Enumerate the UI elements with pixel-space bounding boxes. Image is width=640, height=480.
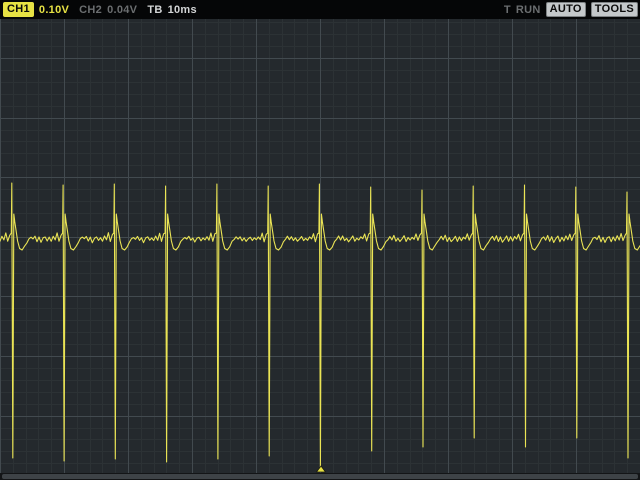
tools-button[interactable]: TOOLS: [590, 2, 638, 17]
ch1-button[interactable]: CH1: [3, 2, 34, 17]
toolbar: CH1 0.10V CH2 0.04V TB 10ms T RUN AUTO T…: [0, 0, 640, 19]
run-status[interactable]: RUN: [516, 4, 541, 16]
ch1-scale-value: 0.10V: [38, 3, 70, 16]
auto-button[interactable]: AUTO: [545, 2, 586, 17]
ch2-button[interactable]: CH2: [79, 4, 102, 16]
scrollbar-thumb[interactable]: [2, 474, 638, 479]
trigger-position-marker[interactable]: [315, 465, 327, 473]
oscilloscope-app: CH1 0.10V CH2 0.04V TB 10ms T RUN AUTO T…: [0, 0, 640, 480]
toolbar-right: T RUN AUTO TOOLS: [504, 2, 640, 17]
ch2-scale-value: 0.04V: [107, 3, 138, 16]
trigger-indicator[interactable]: T: [504, 4, 511, 16]
ch1-waveform-trace: [0, 182, 640, 472]
scope-display: [0, 19, 640, 480]
timebase-value: 10ms: [167, 3, 197, 16]
timebase-button[interactable]: TB: [147, 4, 162, 16]
horizontal-scrollbar[interactable]: [0, 473, 640, 480]
